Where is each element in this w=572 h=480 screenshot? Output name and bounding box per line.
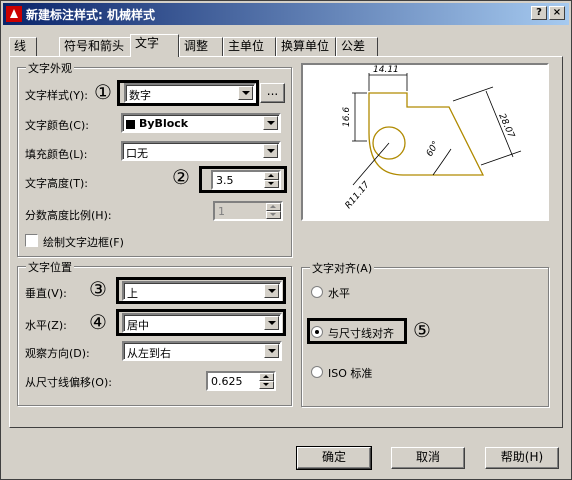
dialog-title: 新建标注样式: 机械样式 xyxy=(26,7,155,22)
spin-down-icon[interactable] xyxy=(266,211,281,219)
view-direction-label: 观察方向(D): xyxy=(25,347,90,360)
preview-dim-slant: 28.07 xyxy=(496,112,516,140)
spin-up-icon[interactable] xyxy=(259,373,274,381)
preview-dim-angle: 60° xyxy=(425,140,442,159)
text-height-label: 文字高度(T): xyxy=(25,177,89,190)
preview-pane: 14.11 16.6 28.07 60° R11.17 xyxy=(301,63,549,221)
color-swatch xyxy=(126,119,135,129)
tab-symbols-arrows[interactable]: 符号和箭头 xyxy=(59,37,132,56)
view-direction-combo[interactable]: 从左到右 xyxy=(122,341,282,361)
offset-label: 从尺寸线偏移(O): xyxy=(25,376,112,389)
align-horizontal-radio[interactable] xyxy=(311,286,323,298)
preview-dim-width: 14.11 xyxy=(373,65,399,75)
align-iso-label: ISO 标准 xyxy=(328,367,373,380)
help-button[interactable]: 帮助(H) xyxy=(485,447,559,469)
chevron-down-icon[interactable] xyxy=(264,344,279,358)
cancel-button[interactable]: 取消 xyxy=(391,447,465,469)
dialog-window: 新建标注样式: 机械样式 ? × 线 符号和箭头 文字 调整 主单位 换算单位 … xyxy=(0,0,572,480)
horizontal-label: 水平(Z): xyxy=(25,319,67,332)
text-color-combo[interactable]: ByBlock xyxy=(121,113,281,133)
offset-spinner[interactable]: 0.625 xyxy=(206,371,276,391)
ok-button[interactable]: 确定 xyxy=(296,446,372,470)
offset-value: 0.625 xyxy=(211,375,243,388)
title-bar: 新建标注样式: 机械样式 ? × xyxy=(3,3,569,25)
highlight-box-2 xyxy=(199,166,287,193)
help-title-button[interactable]: ? xyxy=(531,6,547,20)
spin-up-icon[interactable] xyxy=(266,203,281,211)
fraction-scale-spinner[interactable]: 1 xyxy=(213,201,283,221)
highlight-box-1 xyxy=(117,80,259,106)
browse-text-style-button[interactable]: ... xyxy=(260,83,285,103)
chevron-down-icon[interactable] xyxy=(263,144,278,158)
tab-alternate-units[interactable]: 换算单位 xyxy=(276,37,336,56)
text-style-label: 文字样式(Y): xyxy=(25,89,89,102)
chevron-down-icon[interactable] xyxy=(263,116,278,130)
marker-5: ⑤ xyxy=(413,318,431,342)
spin-down-icon[interactable] xyxy=(259,381,274,389)
draw-frame-label: 绘制文字边框(F) xyxy=(43,236,124,249)
fraction-scale-value: 1 xyxy=(218,205,225,218)
fill-color-combo[interactable]: 口无 xyxy=(121,141,281,161)
marker-1: ① xyxy=(94,80,112,104)
close-button[interactable]: × xyxy=(549,6,565,20)
preview-drawing: 14.11 16.6 28.07 60° R11.17 xyxy=(342,65,522,211)
preview-dim-height: 16.6 xyxy=(342,107,352,127)
vertical-label: 垂直(V): xyxy=(25,287,67,300)
preview-dim-radius: R11.17 xyxy=(344,180,372,211)
fill-color-label: 填充颜色(L): xyxy=(25,148,88,161)
view-direction-value: 从左到右 xyxy=(127,347,171,360)
text-color-value-wrap: ByBlock xyxy=(126,117,188,130)
tab-primary-units[interactable]: 主单位 xyxy=(223,37,276,56)
tab-lines[interactable]: 线 xyxy=(9,37,37,56)
group-title-placement: 文字位置 xyxy=(26,259,74,275)
fraction-scale-label: 分数高度比例(H): xyxy=(25,209,112,222)
marker-2: ② xyxy=(172,165,190,189)
draw-frame-checkbox[interactable] xyxy=(25,234,38,247)
highlight-box-5 xyxy=(307,318,407,344)
align-iso-radio[interactable] xyxy=(311,366,323,378)
highlight-box-3 xyxy=(116,277,286,304)
fill-color-value: 口无 xyxy=(126,147,148,160)
align-horizontal-label: 水平 xyxy=(328,287,350,300)
text-color-label: 文字颜色(C): xyxy=(25,119,89,132)
autocad-icon xyxy=(6,6,22,22)
dimension-lines xyxy=(352,73,522,186)
part-outline xyxy=(368,92,485,176)
highlight-box-4 xyxy=(116,309,286,336)
group-title-appearance: 文字外观 xyxy=(26,60,74,76)
text-color-value: ByBlock xyxy=(139,117,189,130)
tab-text[interactable]: 文字 xyxy=(130,34,179,57)
marker-3: ③ xyxy=(89,277,107,301)
marker-4: ④ xyxy=(89,310,107,334)
tab-fit[interactable]: 调整 xyxy=(179,37,223,56)
group-title-alignment: 文字对齐(A) xyxy=(310,260,375,276)
tab-tolerances[interactable]: 公差 xyxy=(336,37,378,56)
